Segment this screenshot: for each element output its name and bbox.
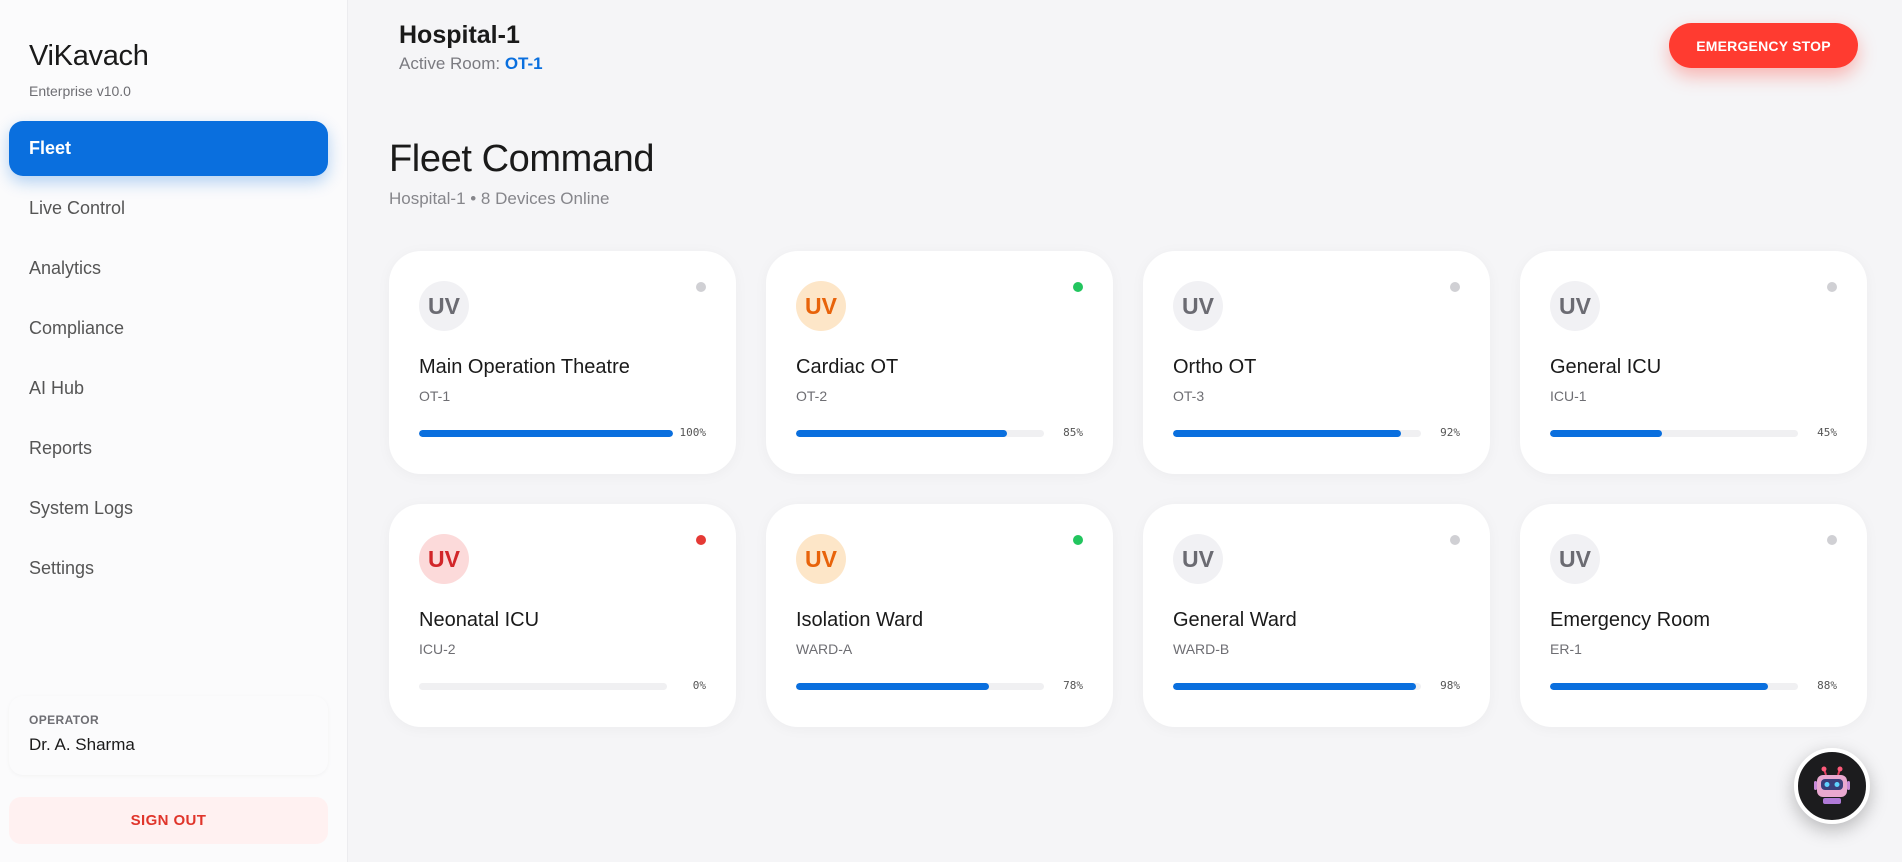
- device-name: Ortho OT: [1173, 356, 1257, 378]
- progress-fill: [1550, 683, 1769, 690]
- device-card[interactable]: UV Isolation Ward WARD-A 78%: [766, 504, 1113, 727]
- sidebar: ViKavach Enterprise v10.0 Fleet Live Con…: [0, 0, 348, 862]
- uv-badge: UV: [796, 534, 846, 584]
- hospital-title: Hospital-1: [399, 21, 520, 49]
- status-dot: [1073, 535, 1083, 545]
- status-dot: [1073, 282, 1083, 292]
- device-code: WARD-A: [796, 641, 853, 657]
- uv-badge: UV: [419, 534, 469, 584]
- device-name: General Ward: [1173, 609, 1297, 631]
- device-code: OT-1: [419, 388, 451, 404]
- device-name: Neonatal ICU: [419, 609, 540, 631]
- status-dot: [1450, 282, 1460, 292]
- sidebar-item-system-logs[interactable]: System Logs: [9, 481, 328, 536]
- robot-icon: [1814, 766, 1850, 804]
- page-subtitle: Hospital-1 • 8 Devices Online: [389, 189, 610, 208]
- uv-badge: UV: [419, 281, 469, 331]
- device-code: ER-1: [1550, 641, 1582, 657]
- status-dot: [1450, 535, 1460, 545]
- page-title: Fleet Command: [389, 138, 655, 180]
- device-card[interactable]: UV Main Operation Theatre OT-1 100%: [389, 251, 736, 474]
- device-name: Main Operation Theatre: [419, 356, 630, 378]
- device-code: WARD-B: [1173, 641, 1230, 657]
- progress-track: [796, 430, 1044, 437]
- progress-fill: [419, 430, 673, 437]
- device-name: Isolation Ward: [796, 609, 924, 631]
- sign-out-button[interactable]: SIGN OUT: [9, 797, 328, 844]
- progress-track: [1550, 683, 1798, 690]
- progress-fill: [796, 430, 1007, 437]
- assistant-button[interactable]: [1794, 748, 1870, 824]
- uv-badge: UV: [796, 281, 846, 331]
- uv-badge: UV: [1173, 534, 1223, 584]
- device-card[interactable]: UV Neonatal ICU ICU-2 0%: [389, 504, 736, 727]
- progress-fill: [1173, 683, 1417, 690]
- progress-label: 88%: [1817, 679, 1837, 692]
- progress-track: [796, 683, 1044, 690]
- sidebar-item-analytics[interactable]: Analytics: [9, 241, 328, 296]
- sidebar-item-reports[interactable]: Reports: [9, 421, 328, 476]
- progress-label: 85%: [1063, 426, 1083, 439]
- progress-label: 45%: [1817, 426, 1837, 439]
- brand-version: Enterprise v10.0: [29, 83, 131, 99]
- brand: ViKavach Enterprise v10.0: [29, 40, 149, 99]
- progress-track: [419, 430, 673, 437]
- progress-fill: [1550, 430, 1662, 437]
- device-name: Cardiac OT: [796, 356, 899, 378]
- progress-fill: [1173, 430, 1402, 437]
- sidebar-item-ai-hub[interactable]: AI Hub: [9, 361, 328, 416]
- sidebar-item-live-control[interactable]: Live Control: [9, 181, 328, 236]
- device-code: ICU-2: [419, 641, 456, 657]
- sidebar-item-compliance[interactable]: Compliance: [9, 301, 328, 356]
- uv-badge: UV: [1173, 281, 1223, 331]
- device-card[interactable]: UV Cardiac OT OT-2 85%: [766, 251, 1113, 474]
- sidebar-nav: Fleet Live Control Analytics Compliance …: [9, 121, 328, 601]
- progress-label: 78%: [1063, 679, 1083, 692]
- progress-label: 98%: [1440, 679, 1460, 692]
- progress-track: [1550, 430, 1798, 437]
- device-code: OT-3: [1173, 388, 1205, 404]
- uv-badge: UV: [1550, 534, 1600, 584]
- operator-label: OPERATOR: [29, 713, 100, 727]
- operator-panel: OPERATOR Dr. A. Sharma: [9, 696, 328, 775]
- uv-badge: UV: [1550, 281, 1600, 331]
- status-dot: [696, 282, 706, 292]
- progress-label: 92%: [1440, 426, 1460, 439]
- device-code: OT-2: [796, 388, 828, 404]
- device-name: General ICU: [1550, 356, 1662, 378]
- active-room-label: Active Room:: [399, 54, 501, 73]
- status-dot: [1827, 282, 1837, 292]
- device-card[interactable]: UV Ortho OT OT-3 92%: [1143, 251, 1490, 474]
- status-dot: [1827, 535, 1837, 545]
- device-grid: UV Main Operation Theatre OT-1 100% UV C…: [389, 251, 1867, 727]
- progress-track: [419, 683, 667, 690]
- emergency-stop-button[interactable]: EMERGENCY STOP: [1669, 23, 1858, 68]
- progress-track: [1173, 683, 1421, 690]
- sidebar-item-fleet[interactable]: Fleet: [9, 121, 328, 176]
- device-code: ICU-1: [1550, 388, 1587, 404]
- progress-label: 0%: [692, 679, 706, 692]
- device-card[interactable]: UV Emergency Room ER-1 88%: [1520, 504, 1867, 727]
- operator-name: Dr. A. Sharma: [29, 735, 135, 754]
- progress-label: 100%: [679, 426, 707, 439]
- device-name: Emergency Room: [1550, 609, 1711, 631]
- active-room: Active Room: OT-1: [399, 54, 543, 74]
- active-room-value[interactable]: OT-1: [505, 54, 543, 73]
- progress-fill: [796, 683, 990, 690]
- progress-track: [1173, 430, 1421, 437]
- device-card[interactable]: UV General Ward WARD-B 98%: [1143, 504, 1490, 727]
- status-dot: [696, 535, 706, 545]
- sidebar-item-settings[interactable]: Settings: [9, 541, 328, 596]
- brand-title: ViKavach: [29, 40, 149, 72]
- device-card[interactable]: UV General ICU ICU-1 45%: [1520, 251, 1867, 474]
